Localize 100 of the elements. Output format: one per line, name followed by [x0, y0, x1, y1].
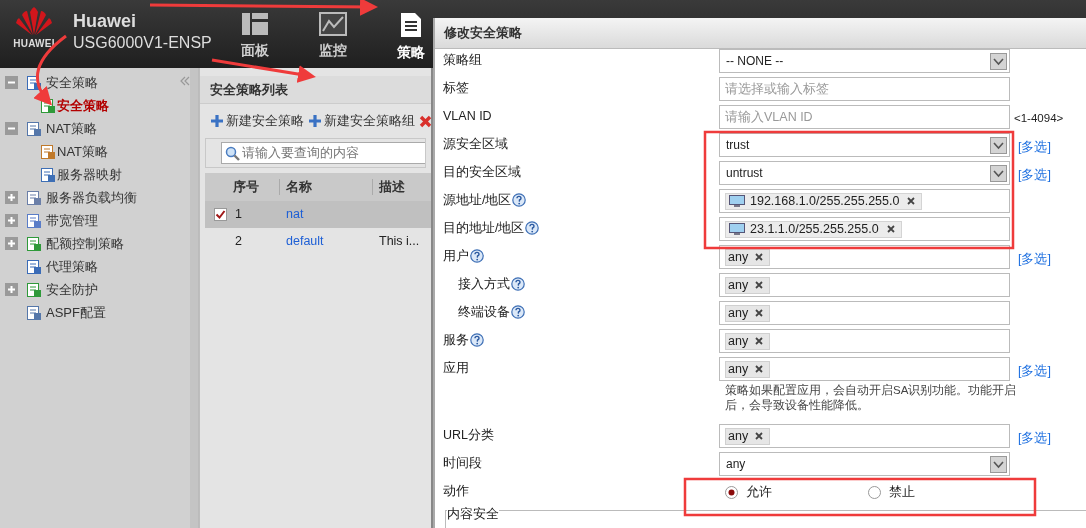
policy-icon — [40, 166, 56, 183]
policy-icon — [26, 304, 42, 321]
expand-toggle-icon[interactable] — [5, 237, 18, 250]
field-label: URL分类 — [443, 427, 494, 444]
tree-item[interactable]: 安全策略 — [57, 95, 109, 116]
remove-icon — [755, 309, 764, 317]
search-field[interactable]: 请输入要查询的内容 — [221, 142, 425, 164]
input-field[interactable]: 请选择或输入标签 — [719, 77, 1010, 101]
tree-item[interactable]: 服务器负载均衡 — [46, 187, 137, 208]
tree-item[interactable]: 代理策略 — [46, 256, 98, 277]
field-label: 目的地址/地区 — [443, 220, 525, 237]
radio-option[interactable]: 禁止 — [867, 482, 1010, 502]
tag-chip: 192.168.1.0/255.255.255.0 — [725, 192, 923, 210]
dialog-title: 修改安全策略 — [444, 24, 522, 43]
multi-select-link[interactable]: [多选] — [1018, 245, 1051, 269]
multi-select-link[interactable]: [多选] — [1018, 424, 1051, 448]
tree-item[interactable]: 配额控制策略 — [46, 233, 124, 254]
tag-input-field[interactable]: any — [719, 357, 1010, 381]
policy-icon — [26, 212, 42, 229]
chevron-down-icon — [990, 52, 1007, 70]
tree-item[interactable]: 服务器映射 — [57, 164, 122, 185]
remove-icon — [755, 337, 764, 345]
table-row[interactable]: 1 nat — [205, 201, 431, 228]
column-header: 描述 — [378, 179, 406, 195]
field-label: 终端设备 — [458, 304, 510, 321]
collapse-toggle-icon[interactable] — [5, 76, 18, 89]
nav-tab[interactable]: 策略 — [389, 10, 433, 66]
help-note: 策略如果配置应用，会自动开启SA识别功能。功能开启后，会导致设备性能降低。 — [725, 383, 1018, 413]
multi-select-link[interactable]: [多选] — [1018, 161, 1051, 185]
nav-tab[interactable]: 监控 — [311, 10, 355, 66]
policy-icon — [26, 74, 42, 91]
checkbox[interactable] — [214, 208, 227, 221]
search-icon — [225, 145, 240, 161]
tag-chip: any — [725, 304, 771, 322]
field-label: 目的安全区域 — [443, 164, 521, 181]
tree-item[interactable]: 安全防护 — [46, 279, 98, 300]
tag-chip: 23.1.1.0/255.255.255.0 — [725, 220, 902, 238]
table-cell-text: 1 — [235, 206, 242, 224]
policy-icon — [26, 235, 42, 252]
dashboard-icon — [241, 12, 269, 36]
tag-input-field[interactable]: any — [719, 301, 1010, 325]
policy-icon — [26, 281, 42, 298]
add-button[interactable]: 新建安全策略 — [210, 111, 304, 131]
remove-icon — [755, 365, 764, 373]
remove-icon — [886, 225, 895, 233]
tag-input-field[interactable]: 23.1.1.0/255.255.255.0 — [719, 217, 1010, 241]
multi-select-link[interactable]: [多选] — [1018, 357, 1051, 381]
collapse-toggle-icon[interactable] — [5, 122, 18, 135]
expand-toggle-icon[interactable] — [5, 283, 18, 296]
tag-input-field[interactable]: 192.168.1.0/255.255.255.0 — [719, 189, 1010, 213]
field-label: 标签 — [443, 80, 469, 97]
tree-item[interactable]: ASPF配置 — [46, 302, 106, 323]
policy-icon — [26, 258, 42, 275]
remove-icon — [755, 432, 764, 440]
table-cell-text: 2 — [235, 233, 242, 251]
delete-icon — [419, 114, 431, 128]
expand-toggle-icon[interactable] — [5, 191, 18, 204]
logo-text: HUAWEI — [13, 37, 55, 51]
remove-icon — [755, 281, 764, 289]
field-label: 时间段 — [443, 455, 482, 472]
chevron-down-icon — [990, 164, 1007, 182]
policy-icon — [40, 97, 56, 114]
dropdown[interactable]: untrust — [719, 161, 1010, 185]
add-button[interactable]: 新建安全策略组 — [308, 111, 415, 131]
plus-icon — [308, 114, 322, 128]
document-icon — [400, 12, 422, 38]
tag-chip: any — [725, 276, 771, 294]
tag-chip: any — [725, 360, 771, 378]
product-title: Huawei — [73, 10, 138, 32]
field-label: 策略组 — [443, 52, 482, 69]
multi-select-link[interactable]: [多选] — [1018, 133, 1051, 157]
tag-input-field[interactable]: any — [719, 424, 1010, 448]
field-label: 接入方式 — [458, 276, 510, 293]
field-label: 源地址/地区 — [443, 192, 512, 209]
dropdown[interactable]: trust — [719, 133, 1010, 157]
radio-option[interactable]: 允许 — [725, 482, 868, 502]
tree-item[interactable]: NAT策略 — [57, 141, 109, 162]
dropdown[interactable]: -- NONE -- — [719, 49, 1010, 73]
tree-item[interactable]: 带宽管理 — [46, 210, 98, 231]
chevron-down-icon — [990, 136, 1007, 154]
policy-icon — [40, 143, 56, 160]
column-header: 序号 — [205, 179, 280, 195]
tree-item[interactable]: NAT策略 — [46, 118, 98, 139]
tag-input-field[interactable]: any — [719, 273, 1010, 297]
input-field[interactable]: 请输入VLAN ID — [719, 105, 1010, 129]
field-label: VLAN ID — [443, 108, 492, 125]
field-label: 源安全区域 — [443, 136, 508, 153]
nav-tab[interactable]: 面板 — [233, 10, 277, 66]
field-label: 用户 — [443, 248, 469, 265]
table-link[interactable]: default — [286, 234, 324, 249]
dropdown[interactable]: any — [719, 452, 1010, 476]
product-model: USG6000V1-ENSP — [73, 33, 212, 53]
collapse-icon — [180, 76, 190, 86]
tag-input-field[interactable]: any — [719, 329, 1010, 353]
tree-item[interactable]: 安全策略 — [46, 72, 98, 93]
tag-input-field[interactable]: any — [719, 245, 1010, 269]
expand-toggle-icon[interactable] — [5, 214, 18, 227]
panel-title: 安全策略列表 — [210, 80, 288, 99]
field-label: 动作 — [443, 483, 469, 500]
remove-icon — [907, 197, 916, 205]
